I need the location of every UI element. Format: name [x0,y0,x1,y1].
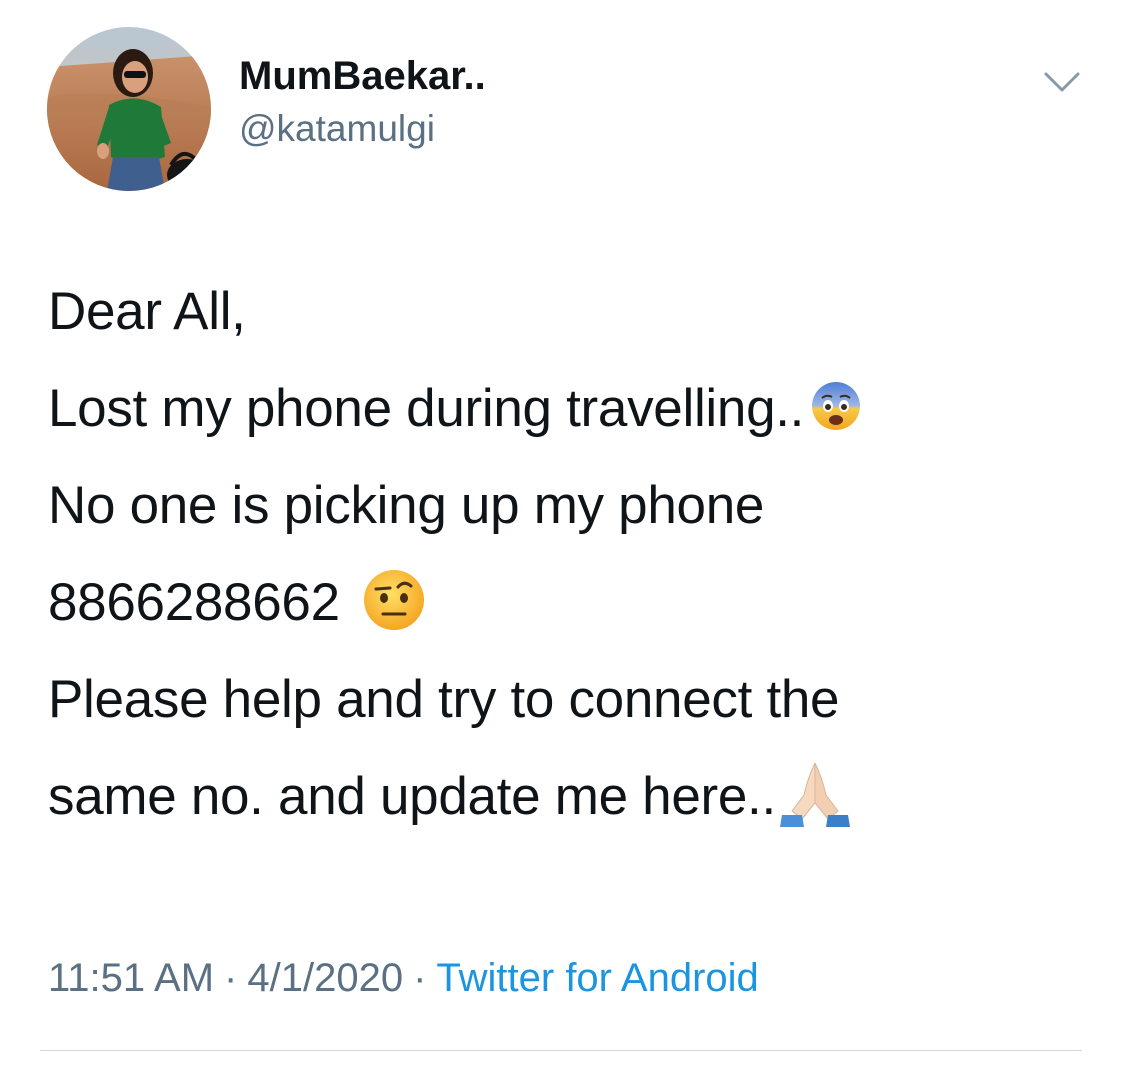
tweet-line: 8866288662 [48,554,1088,651]
tweet-line: Dear All, [48,263,1088,360]
tweet-line-text: Dear All, [48,282,246,341]
author-info: MumBaekar.. @katamulgi [239,52,486,154]
face-with-raised-eyebrow-emoji [362,568,426,632]
display-name[interactable]: MumBaekar.. [239,52,486,100]
tweet: MumBaekar.. @katamulgi Dear All, Lost my… [0,0,1124,1065]
folded-hands-emoji [778,759,852,829]
tweet-line: Lost my phone during travelling.. [48,360,1088,457]
tweet-line: No one is picking up my phone [48,457,1088,554]
tweet-source-link[interactable]: Twitter for Android [436,956,758,1000]
meta-separator: · [413,956,427,1000]
fearful-face-emoji [810,380,862,432]
phone-number: 8866288662 [48,573,340,632]
user-handle[interactable]: @katamulgi [239,104,486,154]
tweet-line: same no. and update me here.. [48,748,1088,845]
avatar[interactable] [47,27,211,191]
tweet-line-text: No one is picking up my phone [48,476,765,535]
tweet-line-text: Please help and try to connect the [48,670,840,729]
tweet-line-text: Lost my phone during travelling.. [48,379,805,438]
tweet-meta: 11:51 AM · 4/1/2020 · Twitter for Android [48,950,759,1006]
divider [40,1050,1082,1051]
tweet-date[interactable]: 4/1/2020 [247,956,403,1000]
tweet-line: Please help and try to connect the [48,651,1088,748]
chevron-down-icon[interactable] [1042,68,1082,96]
tweet-line-text: same no. and update me here.. [48,767,776,826]
tweet-time[interactable]: 11:51 AM [48,956,214,1000]
tweet-text: Dear All, Lost my phone during travellin… [48,263,1088,845]
meta-separator: · [224,956,238,1000]
